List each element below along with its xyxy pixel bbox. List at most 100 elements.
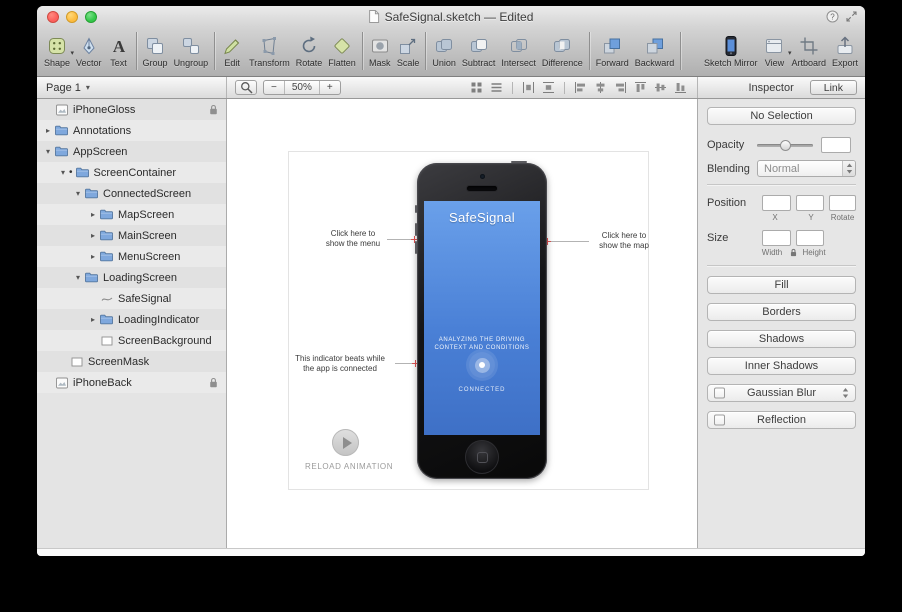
toolbar-button-label: Shape	[44, 58, 70, 68]
disclosure-closed-icon[interactable]: ▸	[88, 315, 98, 324]
stepper-icon[interactable]	[842, 388, 849, 399]
width-input[interactable]	[762, 230, 791, 246]
layer-row-screenbackground[interactable]: ScreenBackground	[37, 330, 226, 351]
gaussian-blur-section-button[interactable]: Gaussian Blur	[707, 384, 856, 402]
disclosure-open-icon[interactable]: ▾	[73, 273, 83, 282]
toolbar-export-button[interactable]: Export	[830, 32, 860, 69]
toolbar-group-button[interactable]: Group	[141, 32, 170, 69]
toolbar-rotate-button[interactable]: Rotate	[294, 32, 325, 69]
titlebar[interactable]: SafeSignal.sketch — Edited ?	[37, 6, 865, 27]
opacity-input[interactable]	[821, 137, 851, 153]
layer-row-iphoneback[interactable]: iPhoneBack	[37, 372, 226, 393]
layer-row-mapscreen[interactable]: ▸MapScreen	[37, 204, 226, 225]
distribute-horizontally-button[interactable]	[520, 80, 537, 95]
disclosure-open-icon[interactable]: ▾	[73, 189, 83, 198]
layer-row-annotations[interactable]: ▸Annotations	[37, 120, 226, 141]
layer-row-loadingscreen[interactable]: ▾LoadingScreen	[37, 267, 226, 288]
page-selector[interactable]: Page 1 ▾	[37, 77, 227, 98]
toolbar-sketch-mirror-button[interactable]: Sketch Mirror	[702, 32, 760, 69]
pagebar: Page 1 ▾ − 50% + Inspector Link	[37, 77, 865, 99]
layer-row-mainscreen[interactable]: ▸MainScreen	[37, 225, 226, 246]
mirror-icon	[720, 33, 742, 58]
document-proxy-icon	[369, 10, 380, 23]
distribute-vertically-button[interactable]	[540, 80, 557, 95]
align-middle-button[interactable]	[652, 80, 669, 95]
canvas[interactable]: Click here to show the menu Click here t…	[227, 99, 698, 548]
align-bottom-button[interactable]	[672, 80, 689, 95]
phone-screen[interactable]: SafeSignal ANALYZING THE DRIVING CONTEXT…	[424, 201, 540, 435]
fullscreen-icon[interactable]	[846, 11, 857, 22]
toolbar-subtract-button[interactable]: Subtract	[460, 32, 498, 69]
layer-row-safesignal[interactable]: SafeSignal	[37, 288, 226, 309]
toolbar-view-button[interactable]: ▾View	[761, 32, 787, 69]
toolbar-shape-button[interactable]: ▾Shape	[42, 32, 72, 69]
layer-row-iphonegloss[interactable]: iPhoneGloss	[37, 99, 226, 120]
height-input[interactable]	[796, 230, 825, 246]
toolbar-flatten-button[interactable]: Flatten	[326, 32, 358, 69]
toolbar-mask-button[interactable]: Mask	[367, 32, 393, 69]
disclosure-closed-icon[interactable]: ▸	[88, 231, 98, 240]
toolbar-scale-button[interactable]: Scale	[395, 32, 422, 69]
help-icon[interactable]: ?	[826, 10, 839, 23]
opacity-slider-knob[interactable]	[780, 140, 791, 151]
disclosure-spacer	[88, 336, 98, 345]
opacity-slider[interactable]	[757, 144, 813, 147]
annotation-indicator: This indicator beats while the app is co…	[287, 354, 393, 373]
close-button[interactable]	[47, 11, 59, 23]
layer-row-screenmask[interactable]: ScreenMask	[37, 351, 226, 372]
layer-row-screencontainer[interactable]: ▾•ScreenContainer	[37, 162, 226, 183]
toolbar-artboard-button[interactable]: Artboard	[789, 32, 828, 69]
zoom-tool-button[interactable]	[235, 80, 257, 95]
borders-section-button[interactable]: Borders	[707, 303, 856, 321]
disclosure-closed-icon[interactable]: ▸	[88, 210, 98, 219]
align-left-button[interactable]	[572, 80, 589, 95]
toolbar-edit-button[interactable]: Edit	[219, 32, 245, 69]
disclosure-closed-icon[interactable]: ▸	[88, 252, 98, 261]
layer-row-appscreen[interactable]: ▾AppScreen	[37, 141, 226, 162]
list-button[interactable]	[488, 80, 505, 95]
toolbar-ungroup-button[interactable]: Ungroup	[172, 32, 211, 69]
zoom-in-button[interactable]: +	[319, 81, 340, 94]
disclosure-closed-icon[interactable]: ▸	[43, 126, 53, 135]
layer-label: LoadingIndicator	[118, 314, 199, 326]
toolbar-button-label: Subtract	[462, 58, 496, 68]
disclosure-open-icon[interactable]: ▾	[58, 168, 68, 177]
toolbar-difference-button[interactable]: Difference	[540, 32, 585, 69]
reload-animation-button[interactable]	[332, 429, 359, 456]
zoom-window-button[interactable]	[85, 11, 97, 23]
rotate-input[interactable]	[829, 195, 856, 211]
reflection-checkbox[interactable]	[714, 415, 725, 426]
layer-row-loadingindicator[interactable]: ▸ LoadingIndicator	[37, 309, 226, 330]
zoom-out-button[interactable]: −	[264, 81, 284, 94]
inspector-toggle[interactable]: Inspector	[748, 82, 793, 94]
minimize-button[interactable]	[66, 11, 78, 23]
align-top-button[interactable]	[632, 80, 649, 95]
iphone-mockup[interactable]: SafeSignal ANALYZING THE DRIVING CONTEXT…	[417, 163, 547, 479]
toolbar-button-label: Text	[110, 58, 127, 68]
inner-shadows-section-button[interactable]: Inner Shadows	[707, 357, 856, 375]
position-x-input[interactable]	[762, 195, 791, 211]
toolbar-backward-button[interactable]: Backward	[633, 32, 677, 69]
layer-row-menuscreen[interactable]: ▸MenuScreen	[37, 246, 226, 267]
gaussian-blur-checkbox[interactable]	[714, 388, 725, 399]
align-right-button[interactable]	[612, 80, 629, 95]
link-button[interactable]: Link	[810, 80, 857, 95]
shadows-section-button[interactable]: Shadows	[707, 330, 856, 348]
fill-section-button[interactable]: Fill	[707, 276, 856, 294]
toolbar-vector-button[interactable]: Vector	[74, 32, 104, 69]
toolbar-text-button[interactable]: AText	[106, 32, 132, 69]
disclosure-open-icon[interactable]: ▾	[43, 147, 53, 156]
toolbar-transform-button[interactable]: Transform	[247, 32, 292, 69]
toolbar-union-button[interactable]: Union	[430, 32, 458, 69]
reflection-section-button[interactable]: Reflection	[707, 411, 856, 429]
blending-select[interactable]: Normal	[757, 160, 856, 177]
toolbar-intersect-button[interactable]: Intersect	[499, 32, 538, 69]
align-center-horizontal-button[interactable]	[592, 80, 609, 95]
constrain-proportions-lock-icon[interactable]	[787, 248, 799, 257]
position-y-input[interactable]	[796, 195, 825, 211]
artboard[interactable]: Click here to show the menu Click here t…	[289, 152, 648, 489]
layer-row-connectedscreen[interactable]: ▾ConnectedScreen	[37, 183, 226, 204]
toolbar-forward-button[interactable]: Forward	[594, 32, 631, 69]
status-line-2: CONTEXT AND CONDITIONS	[424, 344, 540, 352]
grid-button[interactable]	[468, 80, 485, 95]
